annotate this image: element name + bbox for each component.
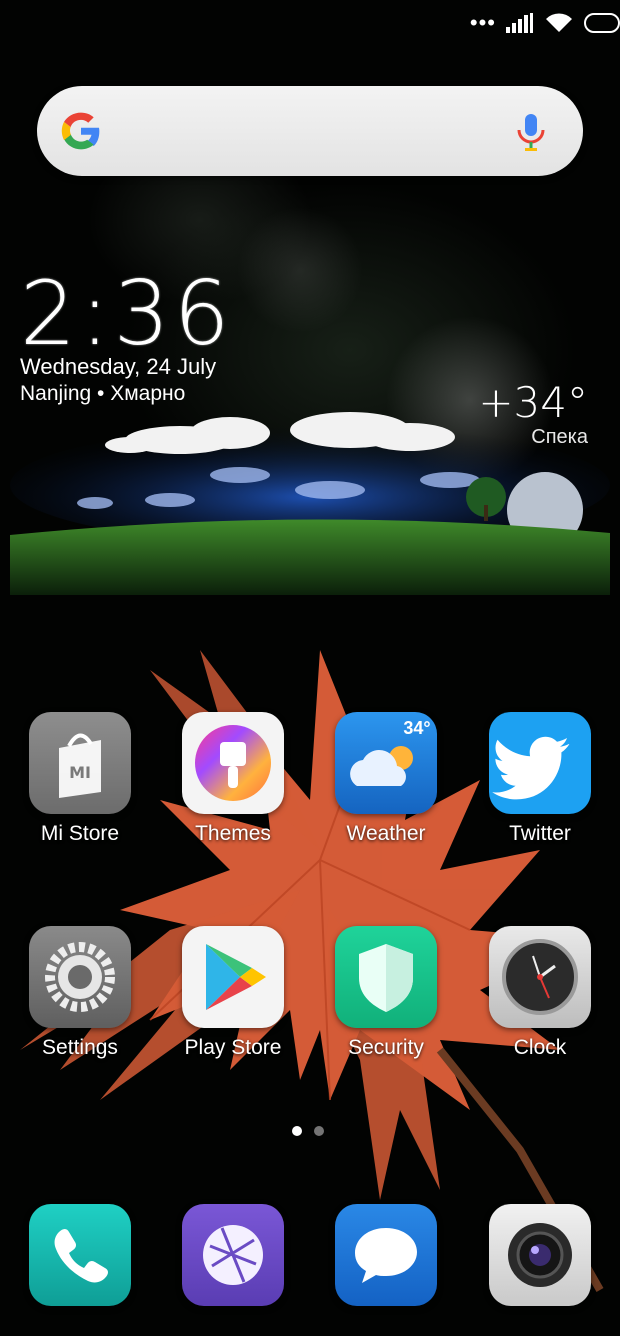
app-label: Security (348, 1036, 424, 1059)
dock-camera[interactable] (470, 1204, 610, 1306)
themes-icon (182, 712, 284, 814)
app-clock[interactable]: Clock (470, 926, 610, 1060)
battery-icon (584, 13, 620, 33)
app-label: Play Store (184, 1036, 282, 1059)
page-dot-2[interactable] (314, 1126, 324, 1136)
app-weather[interactable]: 34° Weather (316, 712, 456, 846)
weather-badge: 34° (403, 718, 430, 738)
twitter-icon (489, 712, 591, 814)
app-settings[interactable]: Settings (10, 926, 150, 1060)
browser-icon (182, 1204, 284, 1306)
clock-widget[interactable]: 2:36 Wednesday, 24 July Nanjing • Хмарно (20, 262, 234, 406)
dock-phone[interactable] (10, 1204, 150, 1306)
play-store-icon (182, 926, 284, 1028)
app-security[interactable]: Security (316, 926, 456, 1060)
clock-time: 2:36 (20, 262, 234, 365)
app-label: Settings (42, 1036, 118, 1059)
page-dot-1[interactable] (292, 1126, 302, 1136)
mi-store-icon: MI (29, 712, 131, 814)
phone-icon (29, 1204, 131, 1306)
app-label: Themes (195, 822, 271, 845)
app-label: Mi Store (40, 822, 120, 845)
page-indicator (292, 1126, 324, 1136)
svg-text:MI: MI (69, 763, 91, 782)
clock-date: Wednesday, 24 July (20, 354, 217, 379)
app-label: Weather (346, 822, 426, 845)
status-bar: ••• (0, 0, 620, 48)
weather-scene-illustration (10, 412, 610, 595)
security-icon (335, 926, 437, 1028)
messages-icon (335, 1204, 437, 1306)
dock-browser[interactable] (163, 1204, 303, 1306)
app-label: Clock (513, 1036, 567, 1059)
dots-icon: ••• (469, 10, 496, 35)
app-twitter[interactable]: Twitter (470, 712, 610, 846)
app-play-store[interactable]: Play Store (163, 926, 303, 1060)
camera-icon (489, 1204, 591, 1306)
wifi-icon (546, 13, 572, 32)
google-search-bar[interactable] (37, 86, 583, 176)
app-themes[interactable]: Themes (163, 712, 303, 846)
app-mi-store[interactable]: MI Mi Store (10, 712, 150, 846)
clock-icon (489, 926, 591, 1028)
dock-messages[interactable] (316, 1204, 456, 1306)
mic-icon[interactable] (509, 110, 553, 154)
weather-icon: 34° (335, 712, 437, 814)
settings-icon (29, 926, 131, 1028)
app-label: Twitter (509, 822, 571, 845)
signal-icon (506, 13, 533, 33)
google-icon (61, 112, 100, 150)
